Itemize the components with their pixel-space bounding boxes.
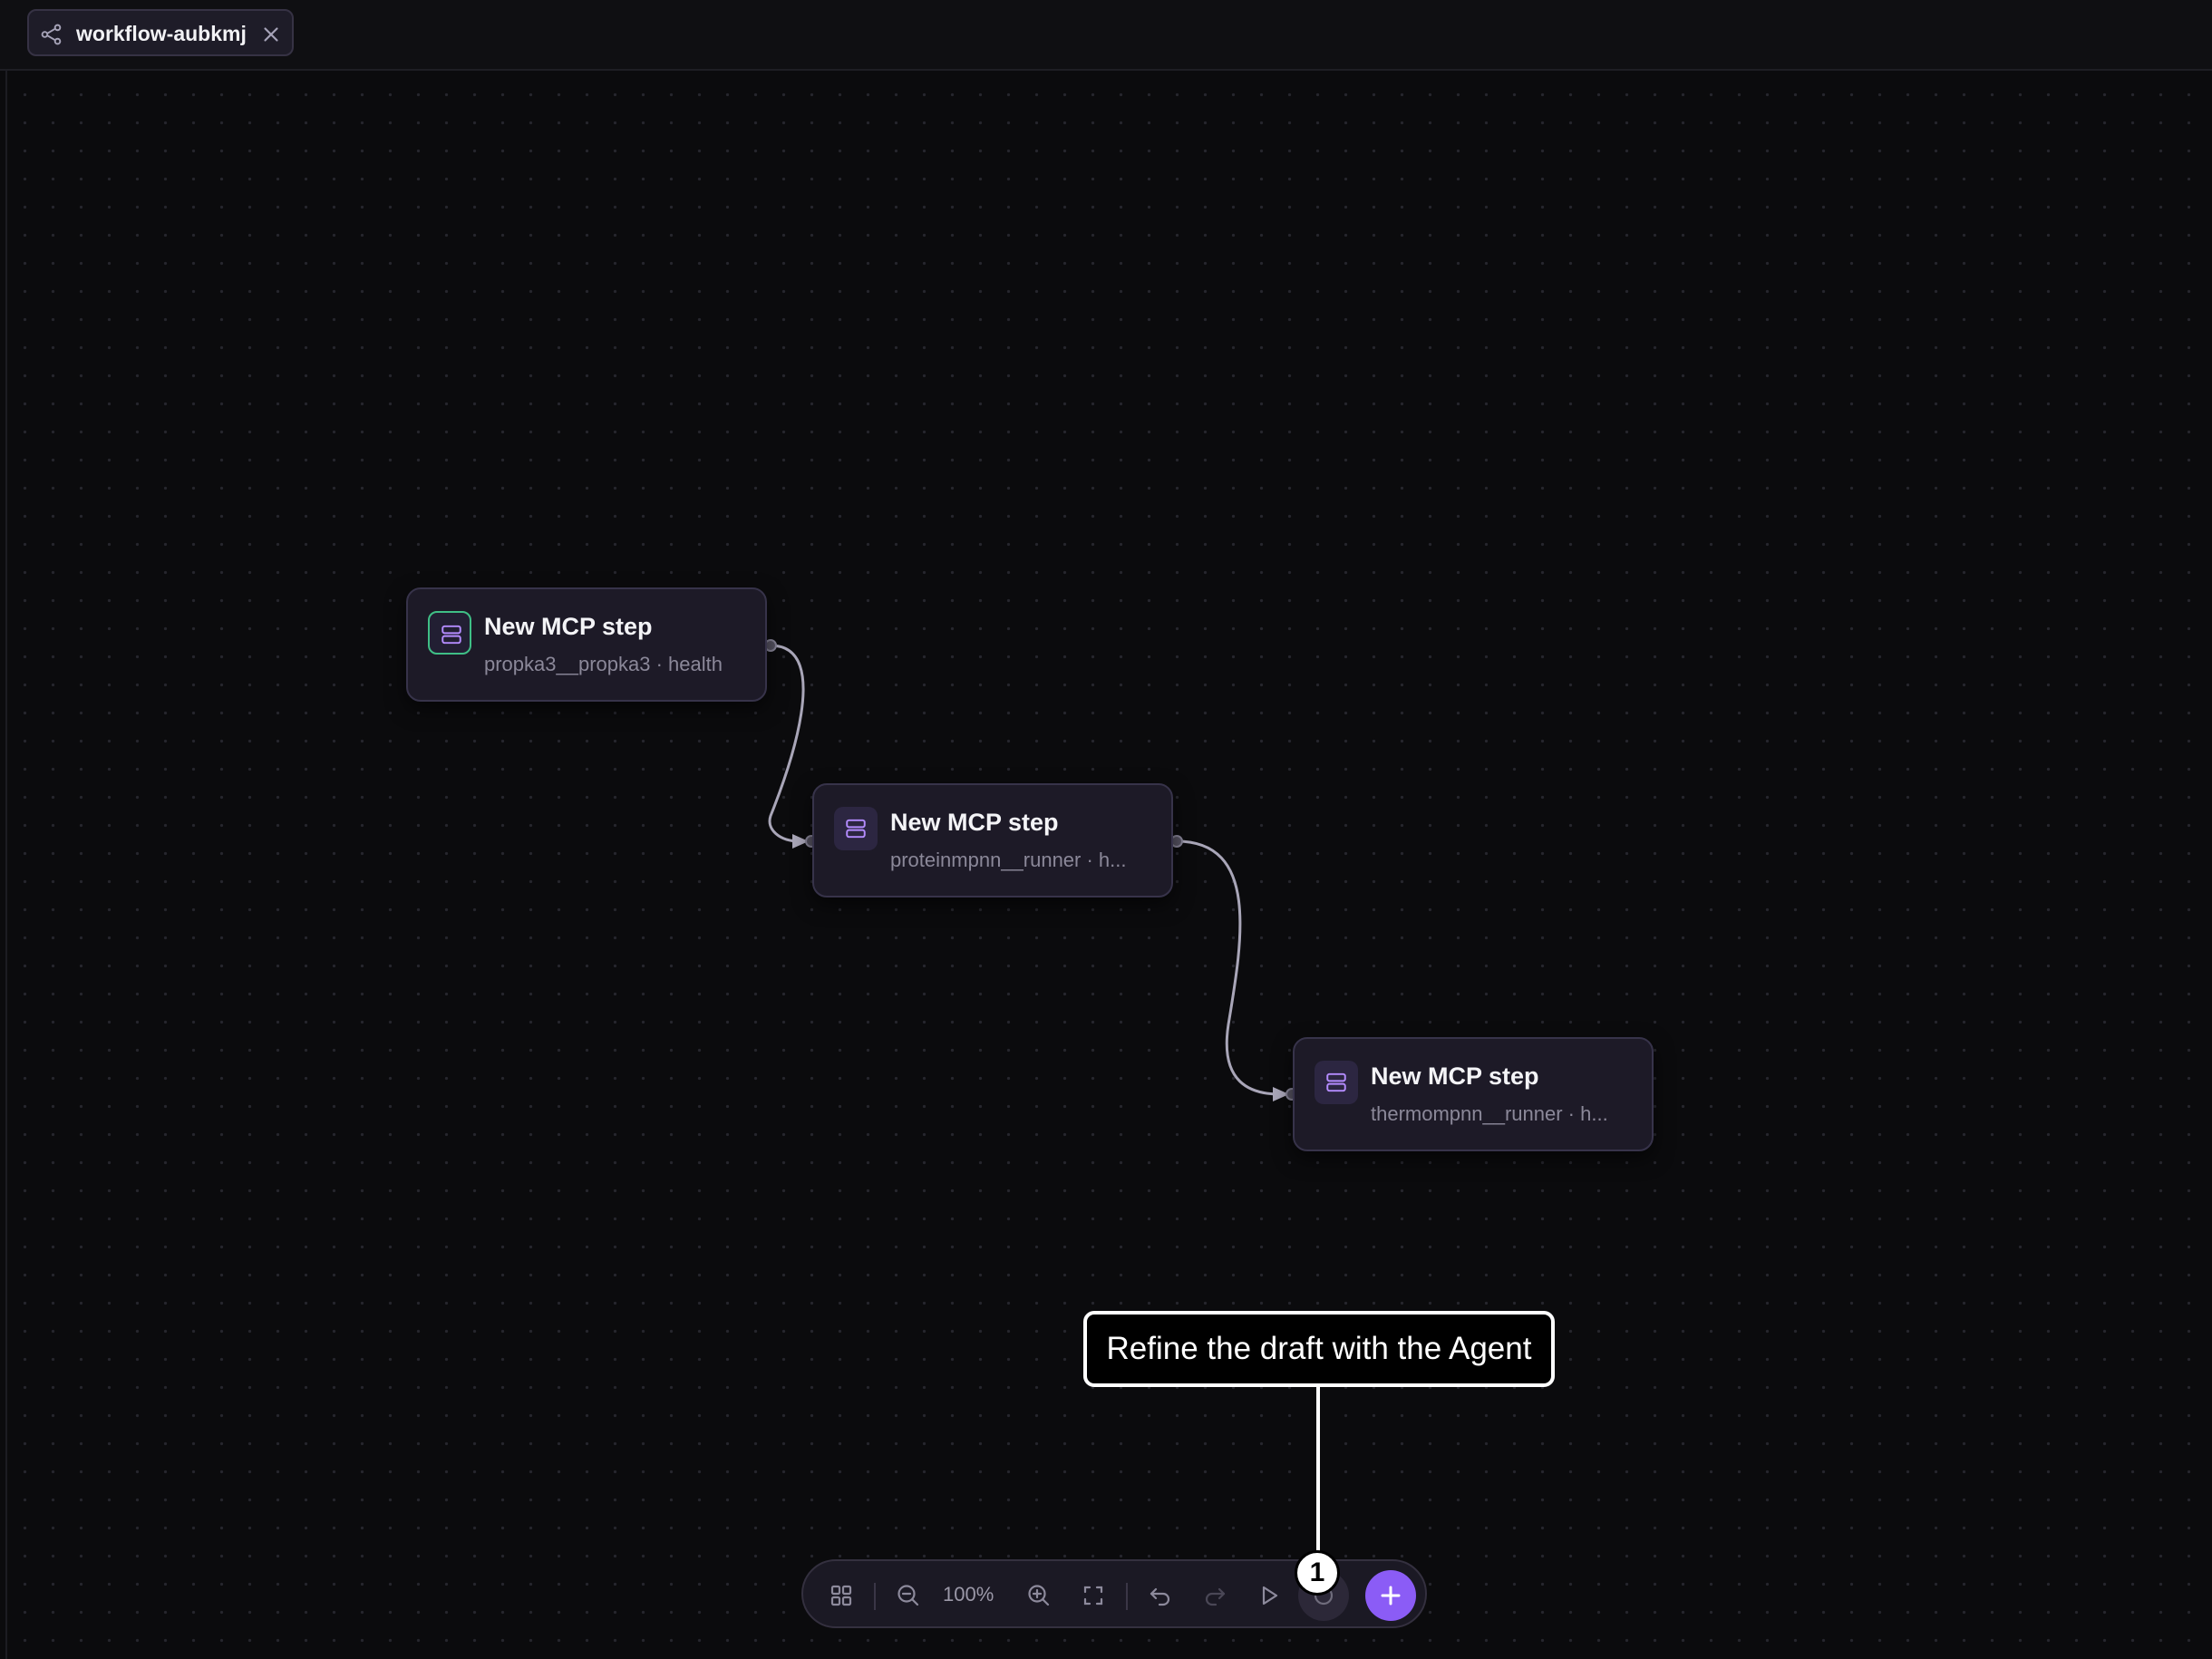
node-subtitle: proteinmpnn__runner · h... <box>890 849 1127 871</box>
fit-view-icon[interactable] <box>1075 1577 1111 1614</box>
node-title: New MCP step <box>1371 1062 1539 1090</box>
zoom-level: 100% <box>943 1583 994 1606</box>
add-step-button[interactable] <box>1365 1570 1416 1621</box>
zoom-out-icon[interactable] <box>890 1577 927 1614</box>
server-icon <box>834 807 878 850</box>
node-title: New MCP step <box>890 809 1059 836</box>
toolbar-divider <box>874 1583 876 1610</box>
redo-icon[interactable] <box>1197 1577 1233 1614</box>
zoom-in-icon[interactable] <box>1021 1577 1057 1614</box>
run-icon[interactable] <box>1251 1577 1287 1614</box>
server-icon <box>1315 1061 1358 1104</box>
toolbar-divider <box>1126 1583 1128 1610</box>
edge-1-2 <box>768 644 805 843</box>
edge-2-3 <box>1176 839 1281 1096</box>
annotation-connector <box>1316 1387 1320 1556</box>
annotation-badge: 1 <box>1295 1550 1340 1596</box>
workflow-node-3[interactable]: New MCP step thermompnn__runner · h... <box>1293 1037 1654 1151</box>
workflow-node-2[interactable]: New MCP step proteinmpnn__runner · h... <box>812 783 1173 897</box>
node-subtitle: propka3__propka3 · health <box>484 653 723 675</box>
layout-grid-icon[interactable] <box>823 1577 859 1614</box>
node-subtitle: thermompnn__runner · h... <box>1371 1102 1608 1125</box>
node-title: New MCP step <box>484 613 653 640</box>
undo-icon[interactable] <box>1142 1577 1179 1614</box>
add-icon <box>1381 1586 1401 1606</box>
annotation-callout: Refine the draft with the Agent <box>1083 1311 1555 1387</box>
server-icon <box>428 611 471 655</box>
workflow-node-1[interactable]: New MCP step propka3__propka3 · health <box>406 587 767 702</box>
